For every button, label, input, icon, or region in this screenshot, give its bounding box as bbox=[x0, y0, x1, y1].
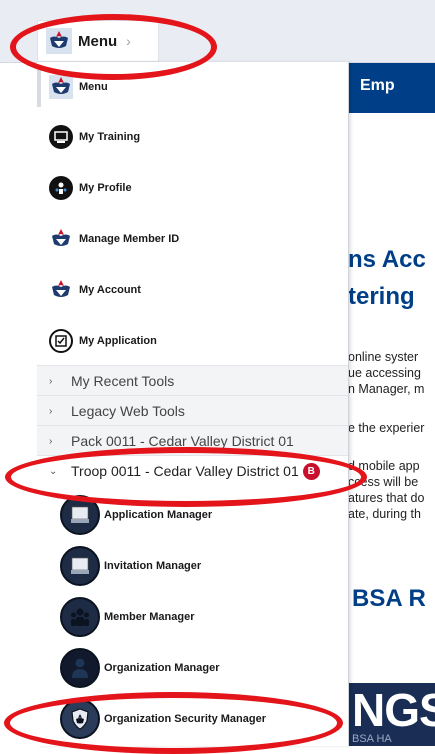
para3-line4: ate, during th bbox=[348, 507, 421, 521]
menu-item-label: Menu bbox=[79, 81, 108, 93]
para3-line2: ccess will be bbox=[348, 475, 419, 489]
menu-item-label: Manage Member ID bbox=[79, 233, 180, 245]
menu-item-my-training[interactable]: My Training bbox=[37, 117, 348, 157]
menu-item-my-profile[interactable]: My Profile bbox=[37, 168, 348, 208]
menu-item-my-account[interactable]: My Account bbox=[37, 270, 348, 310]
profile-icon bbox=[49, 176, 73, 200]
page-banner: NGS BSA HA bbox=[348, 683, 435, 746]
para3-line3: atures that do bbox=[348, 491, 425, 505]
group-pack-0011[interactable]: › Pack 0011 - Cedar Valley District 01 bbox=[37, 425, 348, 456]
bsa-logo-icon bbox=[52, 280, 70, 297]
top-bar: Menu › bbox=[0, 0, 435, 63]
menu-button[interactable]: Menu › bbox=[37, 20, 159, 62]
nav-bar-text: Emp bbox=[360, 77, 395, 94]
sub-item-label: Invitation Manager bbox=[104, 560, 202, 572]
menu-item-label: My Account bbox=[79, 284, 141, 296]
sub-item-member-manager[interactable]: Member Manager bbox=[37, 592, 348, 642]
group-label: My Recent Tools bbox=[71, 373, 175, 389]
side-drawer-menu: Menu My Training My Profile Manage Membe… bbox=[37, 62, 349, 746]
chevron-right-icon: › bbox=[126, 33, 131, 49]
menu-item-manage-member-id[interactable]: Manage Member ID bbox=[37, 219, 348, 259]
sub-item-organization-security-manager[interactable]: Organization Security Manager bbox=[37, 694, 348, 744]
page-heading-2: BSA R bbox=[352, 585, 426, 612]
clipboard-check-icon bbox=[49, 329, 73, 353]
bsa-logo-icon bbox=[49, 75, 73, 99]
group-troop-0011[interactable]: ⌄ Troop 0011 - Cedar Valley District 01 … bbox=[37, 455, 348, 486]
sub-item-application-manager[interactable]: Application Manager bbox=[37, 490, 348, 540]
page-nav-bar: Emp bbox=[348, 63, 435, 113]
document-stack-icon bbox=[60, 546, 100, 586]
para1-line3: n Manager, m bbox=[348, 382, 425, 396]
person-icon bbox=[60, 648, 100, 688]
banner-subtitle: BSA HA bbox=[352, 733, 392, 745]
sub-item-label: Organization Security Manager bbox=[104, 713, 266, 725]
page-content: ns Acc tering online syster ue accessing… bbox=[348, 113, 435, 746]
group-my-recent-tools[interactable]: › My Recent Tools bbox=[37, 365, 348, 396]
group-label: Legacy Web Tools bbox=[71, 403, 185, 419]
sub-item-invitation-manager[interactable]: Invitation Manager bbox=[37, 541, 348, 591]
para3-line1: d mobile app bbox=[348, 459, 420, 473]
sub-item-label: Member Manager bbox=[104, 611, 195, 623]
menu-button-label: Menu bbox=[78, 32, 118, 50]
bsa-logo-icon bbox=[52, 229, 70, 246]
training-icon bbox=[49, 125, 73, 149]
chevron-down-icon: ⌄ bbox=[49, 465, 58, 477]
menu-item-menu[interactable]: Menu bbox=[37, 67, 348, 107]
bsa-logo-icon bbox=[46, 28, 72, 54]
group-label: Pack 0011 - Cedar Valley District 01 bbox=[71, 433, 294, 449]
shield-icon bbox=[60, 699, 100, 739]
page-heading-line2: tering bbox=[348, 283, 415, 310]
menu-item-label: My Application bbox=[79, 335, 157, 347]
menu-item-label: My Profile bbox=[79, 182, 132, 194]
para2-line1: e the experier bbox=[348, 421, 425, 435]
page-heading-line1: ns Acc bbox=[348, 246, 426, 273]
menu-item-label: My Training bbox=[79, 131, 141, 143]
para1-line1: online syster bbox=[348, 350, 419, 364]
document-stack-icon bbox=[60, 495, 100, 535]
para1-line2: ue accessing bbox=[348, 366, 421, 380]
chevron-right-icon: › bbox=[49, 435, 53, 447]
menu-item-my-application[interactable]: My Application bbox=[37, 321, 348, 361]
sub-item-organization-manager[interactable]: Organization Manager bbox=[37, 643, 348, 693]
group-label: Troop 0011 - Cedar Valley District 01 bbox=[71, 463, 299, 479]
group-legacy-web-tools[interactable]: › Legacy Web Tools bbox=[37, 395, 348, 426]
banner-title: NGS bbox=[352, 684, 435, 736]
sub-item-label: Organization Manager bbox=[104, 662, 220, 674]
people-icon bbox=[60, 597, 100, 637]
chevron-right-icon: › bbox=[49, 405, 53, 417]
status-badge: B bbox=[302, 462, 320, 480]
sub-item-label: Application Manager bbox=[104, 509, 213, 521]
chevron-right-icon: › bbox=[49, 375, 53, 387]
